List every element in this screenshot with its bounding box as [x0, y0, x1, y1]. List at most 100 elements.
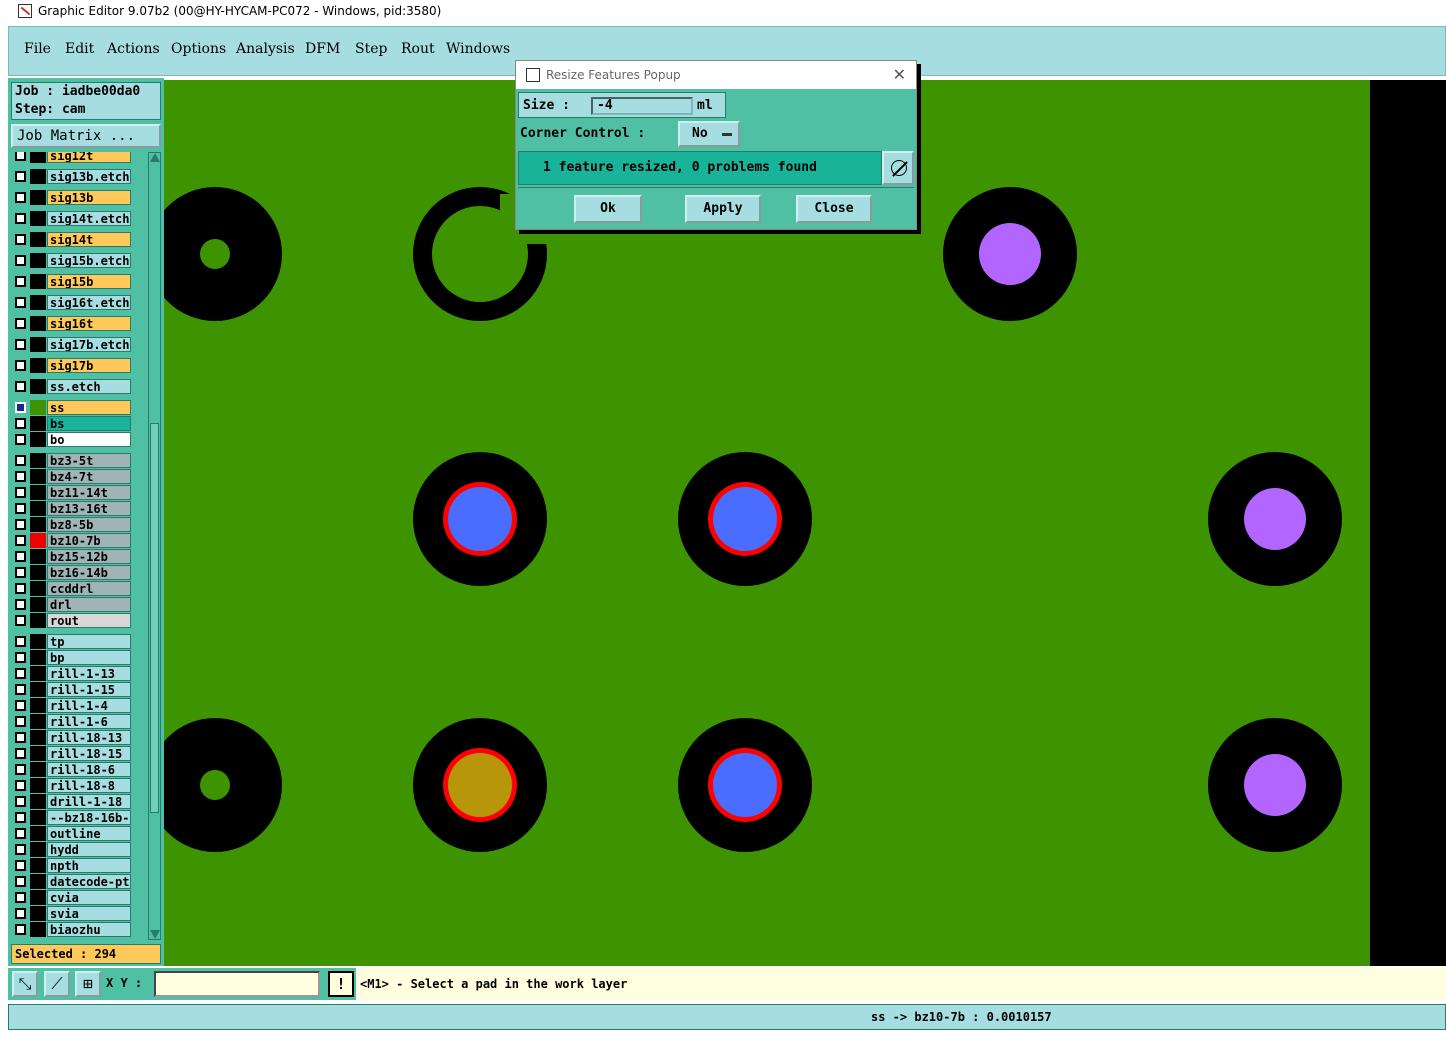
layer-checkbox[interactable] [15, 716, 26, 727]
layer-row[interactable]: bz3-5t [11, 453, 139, 468]
layer-color-swatch[interactable] [30, 778, 46, 793]
layer-color-swatch[interactable] [30, 858, 46, 873]
scroll-up-icon[interactable] [150, 153, 160, 162]
layer-color-swatch[interactable] [30, 416, 46, 431]
layer-row[interactable]: sig13b.etch [11, 169, 139, 184]
layer-checkbox[interactable] [15, 668, 26, 679]
layer-checkbox[interactable] [15, 360, 26, 371]
layer-checkbox[interactable] [15, 503, 26, 514]
layer-checkbox[interactable] [15, 192, 26, 203]
scroll-down-icon[interactable] [150, 930, 160, 939]
layer-color-swatch[interactable] [30, 316, 46, 331]
size-input[interactable]: -4 [591, 97, 693, 115]
layer-color-swatch[interactable] [30, 746, 46, 761]
menu-windows[interactable]: Windows [446, 41, 510, 57]
layer-checkbox[interactable] [15, 381, 26, 392]
alert-button[interactable]: ! [328, 971, 354, 997]
layer-name[interactable]: sig14t.etch [47, 211, 131, 226]
layer-color-swatch[interactable] [30, 211, 46, 226]
menu-actions[interactable]: Actions [107, 41, 160, 57]
layer-checkbox[interactable] [15, 276, 26, 287]
layer-checkbox[interactable] [15, 748, 26, 759]
layer-checkbox[interactable] [15, 318, 26, 329]
layer-name[interactable]: bz3-5t [47, 453, 131, 468]
layer-checkbox[interactable] [15, 583, 26, 594]
layer-row[interactable]: sig13b [11, 190, 139, 205]
layer-checkbox[interactable] [15, 636, 26, 647]
layer-checkbox[interactable] [15, 844, 26, 855]
layer-color-swatch[interactable] [30, 650, 46, 665]
layer-row[interactable]: sig15b [11, 274, 139, 289]
layer-checkbox[interactable] [15, 152, 26, 161]
layer-color-swatch[interactable] [30, 613, 46, 628]
layer-row[interactable]: biaozhu [11, 922, 139, 937]
layer-row[interactable]: bz4-7t [11, 469, 139, 484]
layer-checkbox[interactable] [15, 567, 26, 578]
layer-name[interactable]: ss.etch [47, 379, 131, 394]
layer-row[interactable]: ss [11, 400, 139, 415]
layer-color-swatch[interactable] [30, 810, 46, 825]
layer-name[interactable]: bo [47, 432, 131, 447]
layer-name[interactable]: bz10-7b [47, 533, 131, 548]
layer-color-swatch[interactable] [30, 253, 46, 268]
layer-name[interactable]: sig15b [47, 274, 131, 289]
layer-color-swatch[interactable] [30, 794, 46, 809]
layer-checkbox[interactable] [15, 551, 26, 562]
layer-color-swatch[interactable] [30, 501, 46, 516]
layer-color-swatch[interactable] [30, 666, 46, 681]
layer-color-swatch[interactable] [30, 379, 46, 394]
layer-row[interactable]: ccddrl [11, 581, 139, 596]
layer-color-swatch[interactable] [30, 274, 46, 289]
layer-color-swatch[interactable] [30, 190, 46, 205]
layer-checkbox[interactable] [15, 764, 26, 775]
layer-row[interactable]: rill-1-13 [11, 666, 139, 681]
layer-color-swatch[interactable] [30, 874, 46, 889]
layer-name[interactable]: rill-18-8 [47, 778, 131, 793]
layer-row[interactable]: sig16t.etch [11, 295, 139, 310]
pad-fill[interactable] [713, 753, 777, 817]
layer-color-swatch[interactable] [30, 634, 46, 649]
layer-row[interactable]: outline [11, 826, 139, 841]
layer-row[interactable]: rill-18-15 [11, 746, 139, 761]
layer-row[interactable]: sig14t [11, 232, 139, 247]
layer-name[interactable]: outline [47, 826, 131, 841]
layer-row[interactable]: --bz18-16b-- [11, 810, 139, 825]
scroll-thumb[interactable] [150, 423, 159, 813]
layer-color-swatch[interactable] [30, 533, 46, 548]
menu-file[interactable]: File [24, 41, 51, 57]
layer-name[interactable]: sig16t.etch [47, 295, 131, 310]
layer-color-swatch[interactable] [30, 453, 46, 468]
layer-name[interactable]: rill-1-13 [47, 666, 131, 681]
layer-checkbox[interactable] [15, 860, 26, 871]
layer-checkbox[interactable] [15, 924, 26, 935]
layer-row[interactable]: drl [11, 597, 139, 612]
layer-checkbox[interactable] [15, 471, 26, 482]
layer-checkbox[interactable] [15, 535, 26, 546]
layer-name[interactable]: sig14t [47, 232, 131, 247]
layer-name[interactable]: npth [47, 858, 131, 873]
layer-checkbox[interactable] [15, 434, 26, 445]
layer-name[interactable]: bz16-14b [47, 565, 131, 580]
layer-name[interactable]: sig16t [47, 316, 131, 331]
layer-color-swatch[interactable] [30, 517, 46, 532]
layer-name[interactable]: datecode-ptc [47, 874, 131, 889]
apply-button[interactable]: Apply [685, 195, 761, 223]
layer-name[interactable]: bs [47, 416, 131, 431]
layer-name[interactable]: bz13-16t [47, 501, 131, 516]
layer-color-swatch[interactable] [30, 762, 46, 777]
layer-checkbox[interactable] [15, 684, 26, 695]
layer-color-swatch[interactable] [30, 337, 46, 352]
layer-color-swatch[interactable] [30, 152, 46, 163]
close-button[interactable]: Close [796, 195, 872, 223]
layer-checkbox[interactable] [15, 297, 26, 308]
layer-row[interactable]: bo [11, 432, 139, 447]
layer-row[interactable]: cvia [11, 890, 139, 905]
layer-row[interactable]: rill-18-6 [11, 762, 139, 777]
layer-color-swatch[interactable] [30, 232, 46, 247]
layer-name[interactable]: biaozhu [47, 922, 131, 937]
layer-color-swatch[interactable] [30, 432, 46, 447]
layer-row[interactable]: rill-18-8 [11, 778, 139, 793]
layer-name[interactable]: sig15b.etch [47, 253, 131, 268]
xy-input[interactable] [154, 971, 320, 997]
layer-checkbox[interactable] [15, 487, 26, 498]
